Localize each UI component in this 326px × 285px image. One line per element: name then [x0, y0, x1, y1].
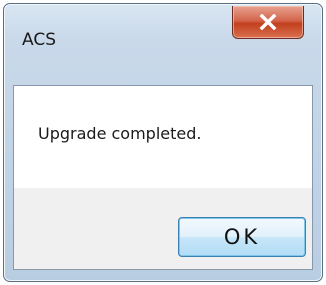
dialog-window: ACS Upgrade completed. OK	[3, 3, 323, 282]
close-button[interactable]	[232, 6, 304, 39]
dialog-title: ACS	[22, 30, 56, 50]
dialog-content: Upgrade completed. OK	[13, 85, 313, 270]
message-panel: Upgrade completed.	[14, 86, 312, 188]
ok-button[interactable]: OK	[178, 217, 306, 257]
close-icon	[259, 14, 277, 30]
message-text: Upgrade completed.	[38, 124, 202, 143]
